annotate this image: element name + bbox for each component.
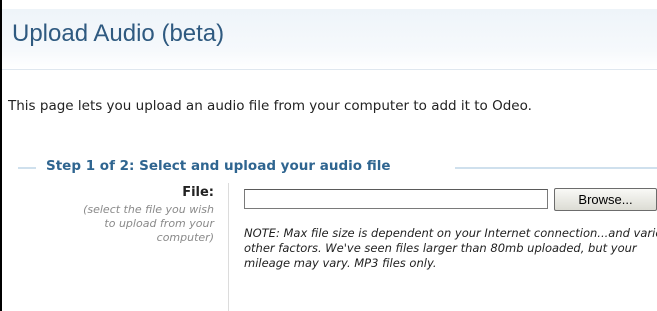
page-title: Upload Audio (beta) <box>12 20 225 47</box>
step-rule-right <box>455 167 657 169</box>
column-divider <box>228 183 229 311</box>
clipped-caption-strip <box>0 0 657 9</box>
file-size-note: NOTE: Max file size is dependent on your… <box>244 226 657 270</box>
file-hint: (select the file you wish to upload from… <box>83 203 214 244</box>
file-path-input[interactable] <box>244 189 548 209</box>
page-header: Upload Audio (beta) <box>2 9 657 70</box>
file-label: File: <box>182 185 214 200</box>
step-heading: Step 1 of 2: Select and upload your audi… <box>46 158 391 174</box>
browse-button[interactable]: Browse... <box>554 188 657 211</box>
step-rule-left <box>18 167 36 169</box>
intro-text: This page lets you upload an audio file … <box>8 98 532 114</box>
